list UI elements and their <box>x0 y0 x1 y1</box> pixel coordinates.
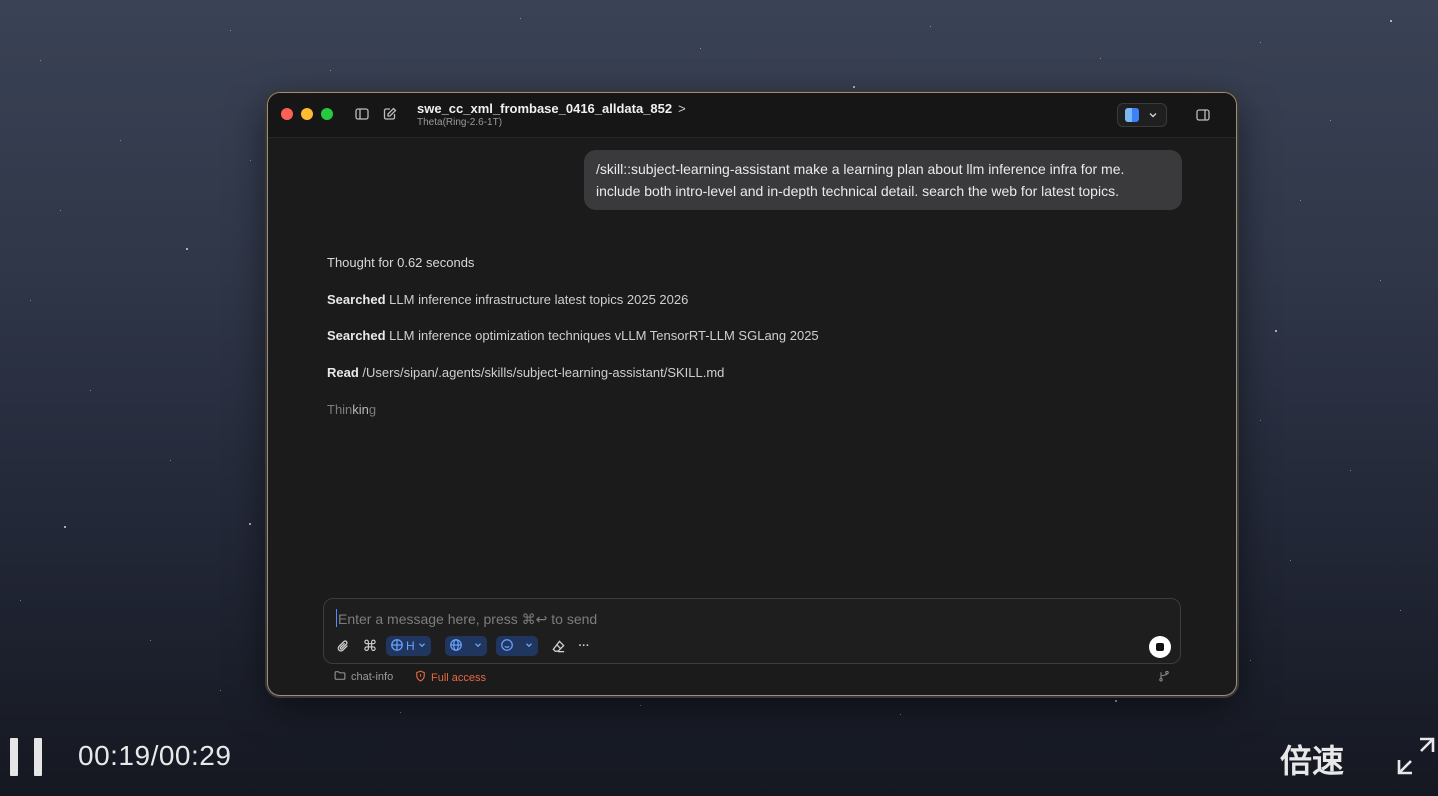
branch-icon[interactable] <box>1158 670 1170 685</box>
step-verb: Read <box>327 365 359 380</box>
fullscreen-icon[interactable] <box>1396 736 1436 776</box>
title-chevron-icon: > <box>678 101 686 116</box>
step-verb: Searched <box>327 328 386 343</box>
model-selector-pill[interactable]: H <box>386 636 431 656</box>
finder-icon <box>1125 108 1139 122</box>
chevron-down-icon <box>1147 108 1159 120</box>
app-picker-dropdown[interactable] <box>1117 103 1167 127</box>
model-pill-label: H <box>406 639 415 653</box>
eraser-icon[interactable] <box>549 636 567 656</box>
compose-icon[interactable] <box>382 106 398 122</box>
playback-speed-button[interactable]: 倍速 <box>1280 736 1344 782</box>
chevron-down-icon <box>473 639 483 653</box>
step-item[interactable]: Searched LLM inference infrastructure la… <box>327 292 688 307</box>
conversation-title[interactable]: swe_cc_xml_frombase_0416_alldata_852 > <box>417 101 686 116</box>
stop-icon[interactable] <box>1149 636 1171 658</box>
playback-time: 00:19/00:29 <box>78 740 232 771</box>
command-icon[interactable]: ⌘ <box>361 636 379 656</box>
message-composer: ⌘ H <box>323 598 1181 664</box>
more-options-button[interactable]: ··· <box>575 636 593 656</box>
workspace-folder[interactable]: chat-info <box>334 670 393 684</box>
app-window: swe_cc_xml_frombase_0416_alldata_852 > Th… <box>268 93 1236 695</box>
paperclip-icon[interactable] <box>334 636 352 656</box>
model-subtitle: Theta(Ring-2.6-1T) <box>417 117 503 128</box>
minimize-window-button[interactable] <box>301 108 313 120</box>
step-text: LLM inference infrastructure latest topi… <box>389 292 689 307</box>
sidebar-icon[interactable] <box>354 106 370 122</box>
persona-pill[interactable] <box>496 636 538 656</box>
step-item[interactable]: Searched LLM inference optimization tech… <box>327 328 819 343</box>
zoom-window-button[interactable] <box>321 108 333 120</box>
pause-icon[interactable] <box>10 738 42 776</box>
emoji-icon <box>500 638 514 655</box>
chevron-down-icon <box>524 639 534 653</box>
globe-icon <box>449 638 463 655</box>
folder-icon <box>334 670 346 684</box>
user-message-bubble: /skill::subject-learning-assistant make … <box>584 150 1182 210</box>
close-window-button[interactable] <box>281 108 293 120</box>
web-search-pill[interactable] <box>445 636 487 656</box>
title-bar: swe_cc_xml_frombase_0416_alldata_852 > Th… <box>268 93 1236 138</box>
step-text: LLM inference optimization techniques vL… <box>389 328 819 343</box>
step-text: /Users/sipan/.agents/skills/subject-lear… <box>362 365 725 380</box>
shield-icon <box>415 670 426 685</box>
status-bar: chat-info Full access <box>268 667 1236 687</box>
globe-icon <box>390 638 404 655</box>
message-input[interactable] <box>336 607 1140 631</box>
thinking-indicator: Thinking <box>327 402 377 417</box>
video-player-controls: 00:19/00:29 倍速 <box>0 720 1438 796</box>
panel-icon[interactable] <box>1195 107 1211 123</box>
step-verb: Searched <box>327 292 386 307</box>
thought-duration[interactable]: Thought for 0.62 seconds <box>327 255 474 270</box>
access-mode[interactable]: Full access <box>415 670 486 685</box>
step-item[interactable]: Read /Users/sipan/.agents/skills/subject… <box>327 365 724 380</box>
chevron-down-icon <box>417 639 427 653</box>
